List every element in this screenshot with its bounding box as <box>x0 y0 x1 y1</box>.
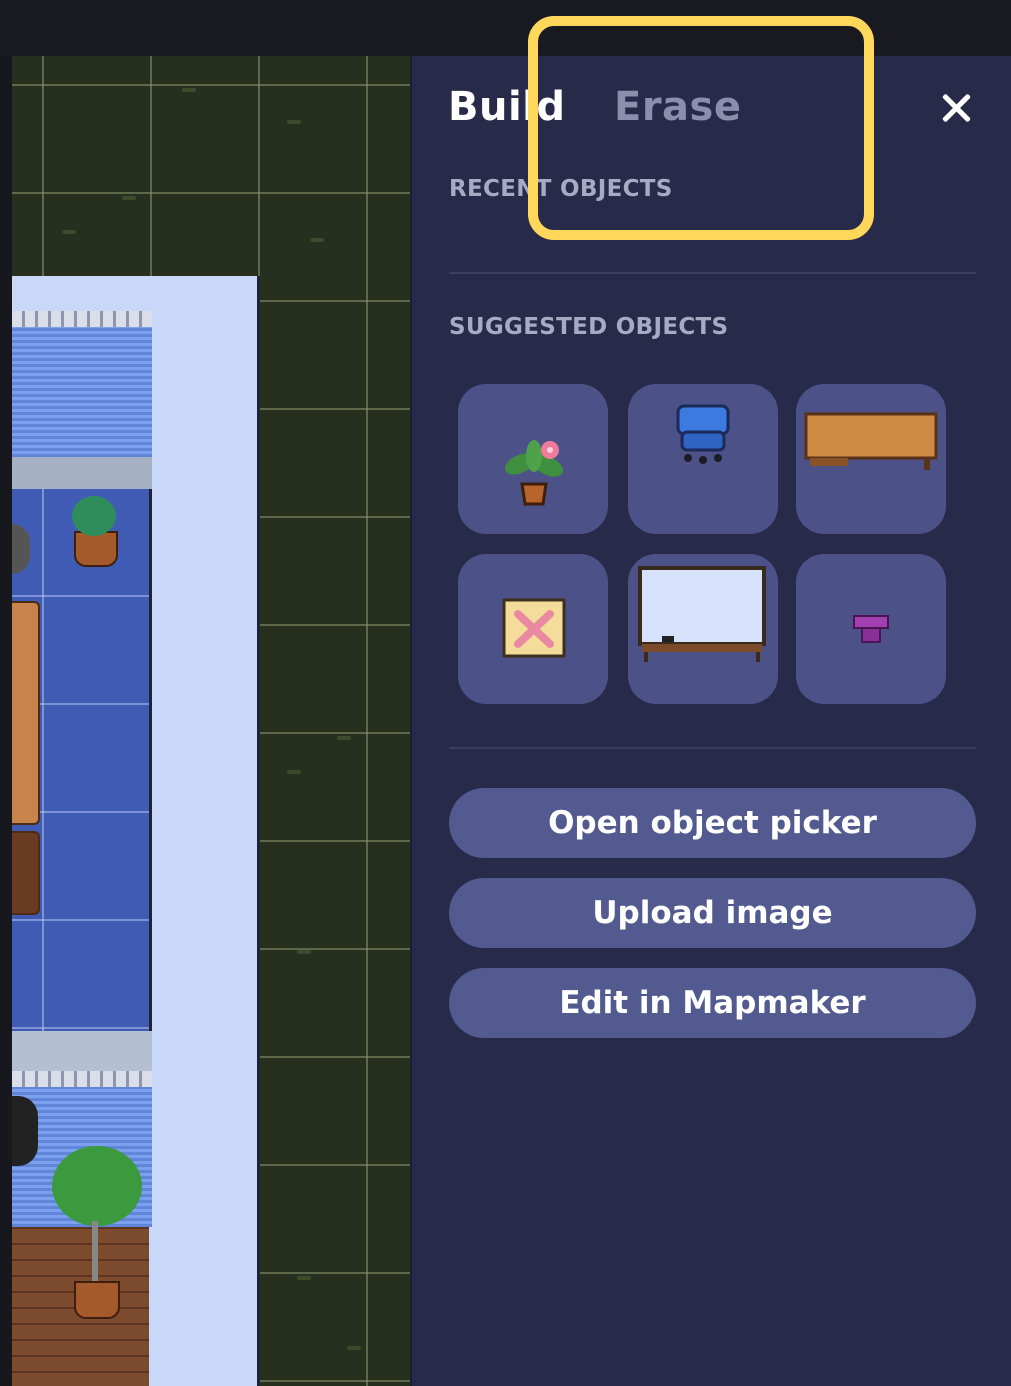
edit-in-mapmaker-button[interactable]: Edit in Mapmaker <box>449 968 976 1038</box>
potted-plant-icon <box>505 440 563 506</box>
window-wall <box>12 327 152 457</box>
object-tile-purple-block[interactable] <box>796 554 946 704</box>
grass-tuft <box>182 88 196 92</box>
tree-pot <box>74 1281 120 1319</box>
whiteboard-icon <box>638 566 766 662</box>
grass-tuft <box>310 238 324 242</box>
side-table <box>12 831 40 915</box>
wall-base <box>12 457 152 489</box>
purple-block-icon <box>853 615 889 643</box>
tree-leaves <box>52 1146 142 1226</box>
map-canvas[interactable] <box>12 56 410 1386</box>
wall-rail <box>12 1071 152 1087</box>
suggested-objects-label: SUGGESTED OBJECTS <box>449 314 729 340</box>
divider <box>449 747 976 749</box>
divider <box>449 272 976 274</box>
grass-tuft <box>287 770 301 774</box>
hallway <box>12 1031 152 1071</box>
wall-rail <box>12 311 152 327</box>
close-icon[interactable] <box>934 86 978 130</box>
plant-pot <box>74 531 118 567</box>
sofa <box>12 601 40 825</box>
tree-trunk <box>92 1221 98 1286</box>
object-tile-office-chair[interactable] <box>628 384 778 534</box>
grass-tuft <box>347 1346 361 1350</box>
grass-tuft <box>287 120 301 124</box>
upload-image-button[interactable]: Upload image <box>449 878 976 948</box>
office-chair-icon <box>676 404 730 464</box>
window-edge <box>0 56 12 1386</box>
open-object-picker-button[interactable]: Open object picker <box>449 788 976 858</box>
object-tile-desk[interactable] <box>796 384 946 534</box>
grass-tuft <box>62 230 76 234</box>
sticky-note-icon <box>502 598 566 658</box>
grass-tuft <box>122 196 136 200</box>
plant-leaves <box>72 496 116 536</box>
grass-tuft <box>297 1276 311 1280</box>
object-tile-potted-plant[interactable] <box>458 384 608 534</box>
grass-tuft <box>297 950 311 954</box>
highlight-box <box>528 16 874 240</box>
desk-icon <box>804 412 938 470</box>
grass-tuft <box>337 736 351 740</box>
object-tile-sticky-note[interactable] <box>458 554 608 704</box>
build-panel: Build Erase RECENT OBJECTS SUGGESTED OBJ… <box>410 56 1011 1386</box>
avatar-partial <box>12 1096 38 1166</box>
object-tile-whiteboard[interactable] <box>628 554 778 704</box>
